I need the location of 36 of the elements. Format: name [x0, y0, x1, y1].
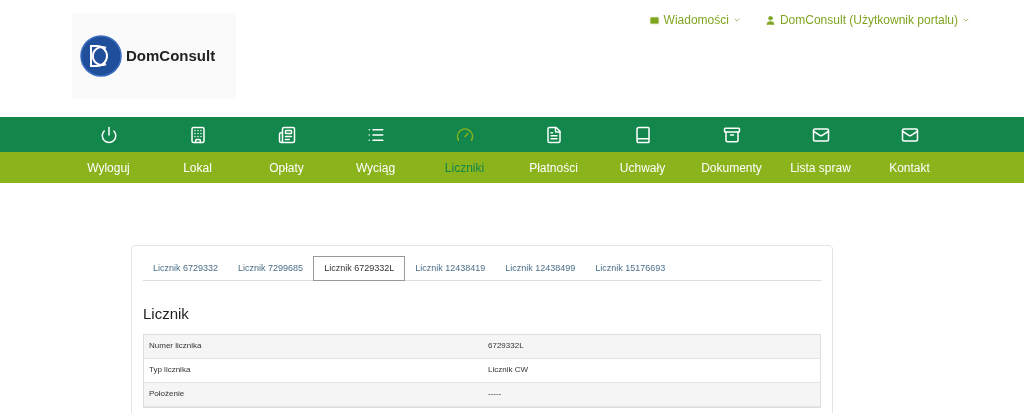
caret-icon [732, 16, 741, 24]
table-cell-text: 6729332L [487, 340, 524, 352]
table-cell-text: Licznik CW [487, 364, 528, 376]
nav-link[interactable]: Opłaty [242, 152, 331, 183]
power-icon[interactable] [99, 125, 118, 144]
table-cell-text: Typ licznika [148, 364, 192, 376]
archive-box-icon[interactable] [722, 125, 741, 144]
logo-icon [80, 35, 122, 77]
document-icon[interactable] [544, 125, 563, 144]
nav-link[interactable]: Kontakt [865, 152, 954, 183]
nav-link[interactable]: Uchwały [598, 152, 687, 183]
building-icon[interactable] [188, 125, 207, 144]
nav-link[interactable]: Płatności [509, 152, 598, 183]
book-icon[interactable] [633, 125, 652, 144]
caret-icon [962, 16, 970, 24]
nav-link[interactable]: Dokumenty [687, 152, 776, 183]
nav-link[interactable]: Wyciąg [331, 152, 420, 183]
tab[interactable]: Licznik 12438419 [405, 256, 496, 281]
user-menu-link[interactable]: DomConsult (Użytkownik portalu) [764, 12, 970, 28]
tab[interactable]: Licznik 6729332L [313, 256, 406, 281]
table-cell-text: ----- [487, 388, 502, 400]
messages-link[interactable]: Wiadomości [648, 12, 741, 28]
tab[interactable]: Licznik 6729332 [143, 256, 229, 281]
user-icon [764, 14, 776, 26]
table-cell-text: Położenie [148, 388, 186, 400]
table-cell-text: Numer licznika [148, 340, 203, 352]
tab[interactable]: Licznik 15176693 [585, 256, 676, 281]
tab[interactable]: Licznik 12438499 [495, 256, 586, 281]
nav-link[interactable]: Wyloguj [64, 152, 153, 183]
newspaper-icon[interactable] [277, 125, 296, 144]
section-title: Licznik [143, 304, 190, 324]
nav-link[interactable]: Liczniki [420, 152, 509, 183]
logo-text: DomConsult [126, 45, 216, 66]
nav-link[interactable]: Lokal [153, 152, 242, 183]
tab[interactable]: Licznik 7299685 [228, 256, 314, 281]
nav-link[interactable]: Lista spraw [776, 152, 865, 183]
